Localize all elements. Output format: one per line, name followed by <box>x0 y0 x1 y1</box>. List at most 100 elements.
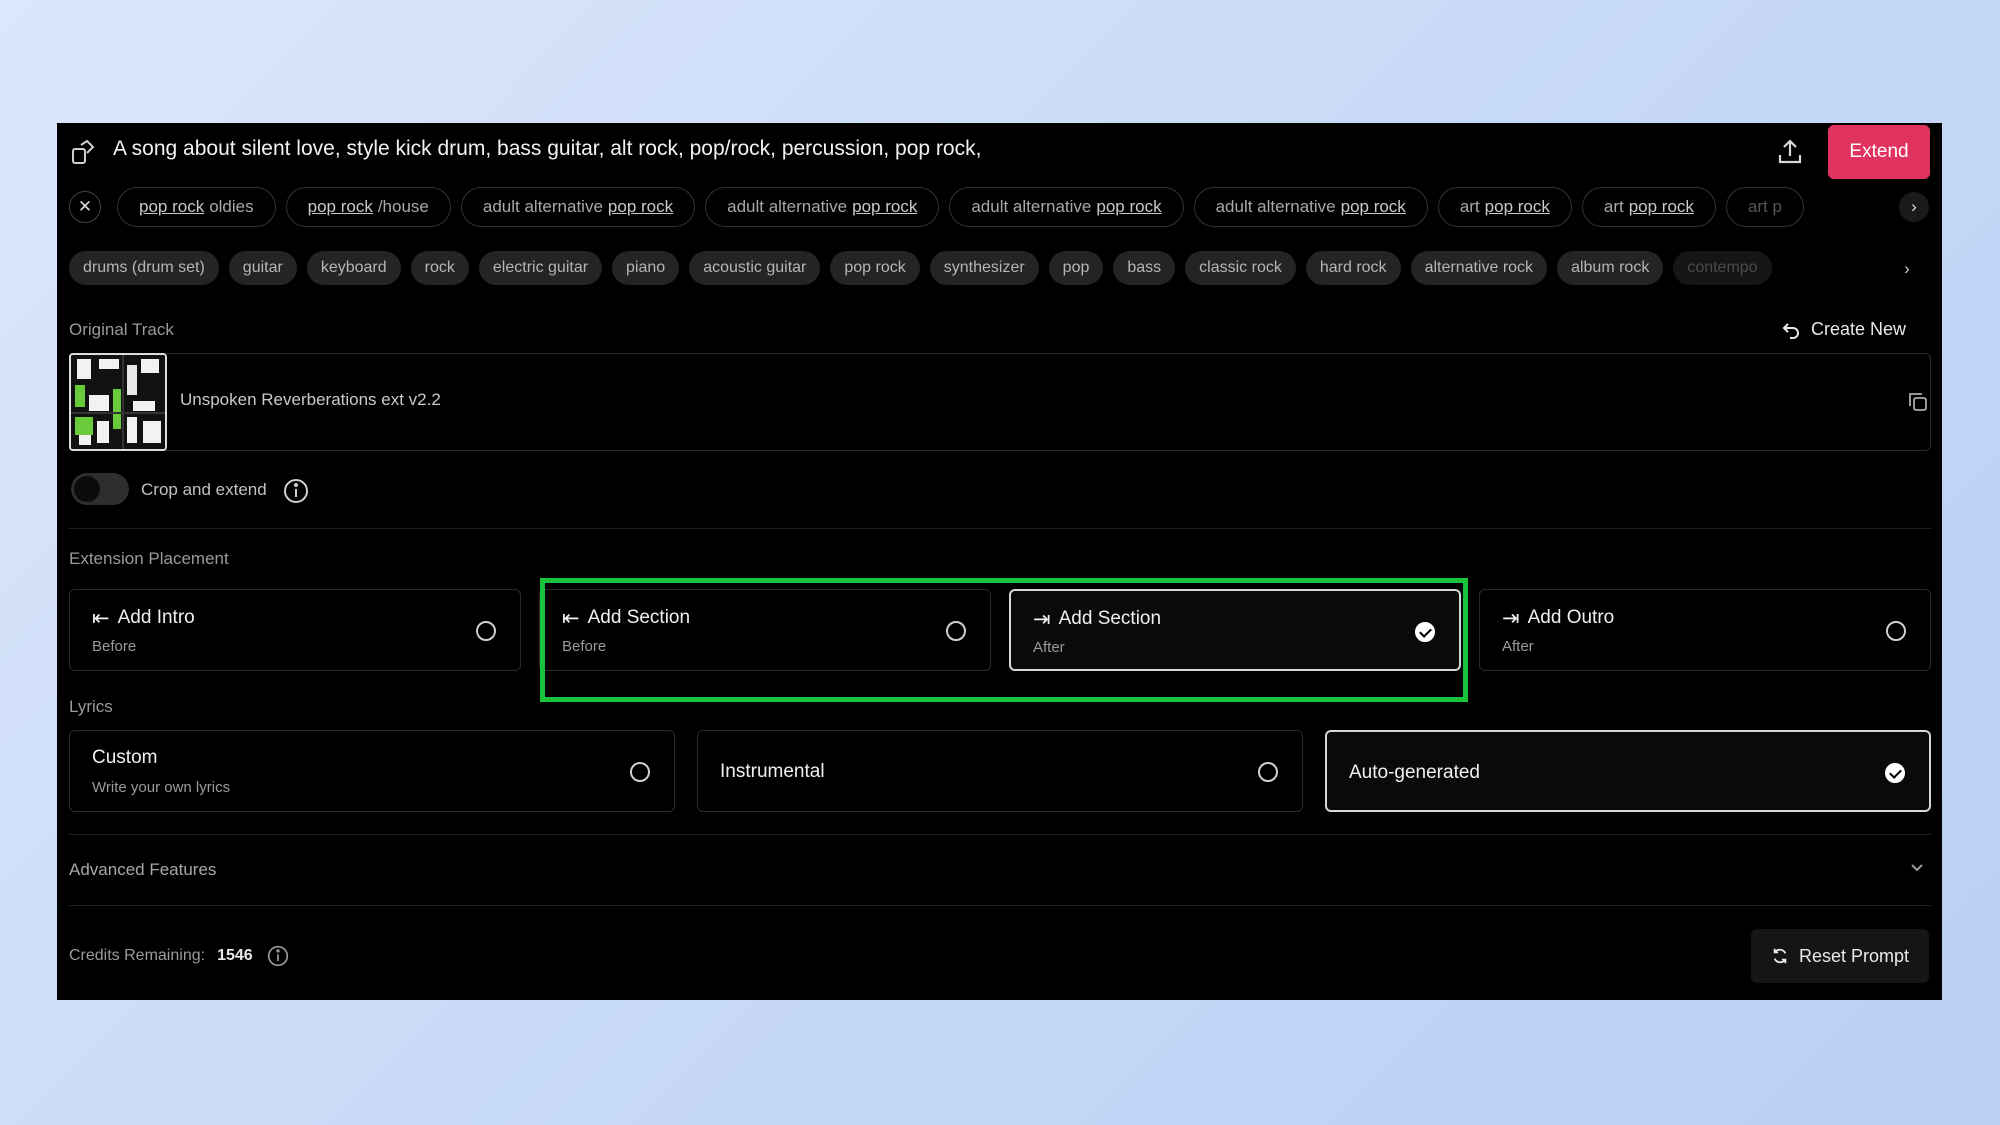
style-chip-text: art <box>1459 197 1480 216</box>
lyrics-option-label: Instrumental <box>720 761 825 782</box>
style-suggestion-row: ✕ pop rock oldies pop rock/house adult alte… <box>57 187 1942 233</box>
style-chip-text: oldies <box>209 197 254 216</box>
lyrics-option-label: Custom <box>92 747 158 768</box>
lyrics-option[interactable]: Auto-generated <box>1325 730 1931 812</box>
copy-icon[interactable] <box>1906 390 1930 414</box>
lyrics-option-title: Custom <box>92 747 157 769</box>
instrument-chip[interactable]: classic rock <box>1185 251 1296 285</box>
original-track-label: Original Track <box>69 320 174 339</box>
chevron-down-icon[interactable] <box>1907 857 1927 877</box>
arrow-to-left-icon: ⇤ <box>562 606 580 630</box>
style-chip-text: /house <box>377 197 429 216</box>
info-icon[interactable] <box>283 478 309 504</box>
style-chip[interactable]: art p <box>1725 187 1804 227</box>
style-chip-list: pop rock oldies pop rock/house adult altern… <box>117 187 1902 229</box>
radio-icon[interactable] <box>630 762 650 782</box>
style-chip[interactable]: adult alternative pop rock <box>705 187 940 227</box>
style-chip-highlight: pop rock <box>1484 197 1550 216</box>
instrument-chip[interactable]: electric guitar <box>478 251 603 285</box>
create-new-button[interactable]: Create New <box>1781 319 1906 340</box>
placement-option-title: ⇤ Add Section <box>562 606 690 630</box>
instrument-chip[interactable]: bass <box>1113 251 1176 285</box>
radio-icon[interactable] <box>1258 762 1278 782</box>
instrument-chip[interactable]: guitar <box>228 251 297 285</box>
arrow-to-left-icon: ⇤ <box>92 606 110 630</box>
create-new-label: Create New <box>1811 319 1907 339</box>
instrument-chip[interactable]: rock <box>410 251 469 285</box>
placement-option-subtitle: After <box>1033 639 1065 656</box>
placement-option-label: Add Intro <box>117 607 195 628</box>
scroll-right-icon[interactable]: › <box>1899 192 1929 222</box>
radio-icon[interactable] <box>946 621 966 641</box>
style-chip-highlight: pop rock <box>607 197 674 216</box>
lyrics-option-label: Auto-generated <box>1349 762 1480 783</box>
style-chip[interactable]: art pop rock <box>1437 187 1572 227</box>
radio-checked-icon[interactable] <box>1415 622 1435 642</box>
divider <box>69 834 1931 835</box>
undo-icon <box>1782 322 1799 339</box>
lyrics-option[interactable]: Custom Write your own lyrics <box>69 730 675 812</box>
style-chip-highlight: pop rock <box>852 197 918 216</box>
arrow-to-right-icon: ⇥ <box>1033 607 1051 631</box>
style-chip[interactable]: adult alternative pop rock <box>460 187 696 227</box>
prompt-edit-icon[interactable] <box>69 139 97 167</box>
prompt-bar: A song about silent love, style kick dru… <box>57 123 1942 181</box>
prompt-text[interactable]: A song about silent love, style kick dru… <box>113 137 981 161</box>
crop-extend-toggle[interactable] <box>71 473 129 505</box>
placement-option[interactable]: ⇥ Add Section After <box>1009 589 1461 671</box>
divider <box>69 905 1931 906</box>
track-name: Unspoken Reverberations ext v2.2 <box>180 390 441 409</box>
radio-checked-icon[interactable] <box>1885 763 1905 783</box>
placement-option-title: ⇥ Add Section <box>1033 607 1161 631</box>
placement-option-title: ⇥ Add Outro <box>1502 606 1614 630</box>
instrument-chip[interactable]: alternative rock <box>1410 251 1548 285</box>
instrument-scroll-right-icon[interactable]: › <box>1893 255 1921 283</box>
lyrics-option-subtitle: Write your own lyrics <box>92 779 231 796</box>
instrument-chip[interactable]: synthesizer <box>929 251 1039 285</box>
style-chip[interactable]: pop rock/house <box>285 187 451 227</box>
placement-option-title: ⇤ Add Intro <box>92 606 195 630</box>
advanced-features-toggle[interactable]: Advanced Features <box>69 860 216 880</box>
style-chip-highlight: pop rock <box>1096 197 1162 216</box>
instrument-chip[interactable]: pop rock <box>830 251 920 285</box>
style-chip[interactable]: adult alternative pop rock <box>949 187 1184 227</box>
original-track-card[interactable]: Unspoken Reverberations ext v2.2 <box>69 353 1931 451</box>
extend-button[interactable]: Extend <box>1828 125 1930 179</box>
instrument-chip[interactable]: album rock <box>1557 251 1664 285</box>
style-chip-text: adult alternative <box>971 197 1092 216</box>
style-chip-highlight: pop rock <box>139 197 205 216</box>
instrument-chip[interactable]: keyboard <box>306 251 401 285</box>
credits-info-icon[interactable] <box>267 945 289 967</box>
placement-option-subtitle: After <box>1502 638 1534 655</box>
track-artwork <box>69 353 167 451</box>
style-chip-highlight: pop rock <box>1340 197 1406 216</box>
radio-icon[interactable] <box>1886 621 1906 641</box>
style-chip-text: art p <box>1747 197 1782 216</box>
extend-panel: A song about silent love, style kick dru… <box>57 123 1942 1000</box>
placement-option[interactable]: ⇤ Add Intro Before <box>69 589 521 671</box>
instrument-chip[interactable]: piano <box>612 251 680 285</box>
placement-option[interactable]: ⇤ Add Section Before <box>539 589 991 671</box>
instrument-chip[interactable]: hard rock <box>1305 251 1401 285</box>
instrument-chip-list: drums (drum set) guitar keyboard rock electr… <box>69 251 1902 287</box>
arrow-to-right-icon: ⇥ <box>1502 606 1520 630</box>
placement-option-label: Add Section <box>587 607 691 628</box>
instrument-chip[interactable]: drums (drum set) <box>69 251 219 285</box>
upload-icon[interactable] <box>1775 137 1805 167</box>
radio-icon[interactable] <box>476 621 496 641</box>
placement-option[interactable]: ⇥ Add Outro After <box>1479 589 1931 671</box>
style-chip[interactable]: art pop rock <box>1581 187 1716 227</box>
divider <box>69 528 1931 529</box>
style-chip-text: adult alternative <box>1215 197 1336 216</box>
style-chip[interactable]: pop rock oldies <box>117 187 276 227</box>
placement-option-label: Add Section <box>1058 608 1162 629</box>
instrument-chip[interactable]: pop <box>1048 251 1104 285</box>
lyrics-option[interactable]: Instrumental <box>697 730 1303 812</box>
style-chip[interactable]: adult alternative pop rock <box>1193 187 1428 227</box>
instrument-chip[interactable]: contempo <box>1673 251 1772 285</box>
style-chip-text: adult alternative <box>727 197 848 216</box>
extension-placement-label: Extension Placement <box>69 549 229 568</box>
instrument-chip[interactable]: acoustic guitar <box>689 251 821 285</box>
clear-tags-icon[interactable]: ✕ <box>69 191 101 223</box>
reset-prompt-button[interactable]: Reset Prompt <box>1751 929 1929 983</box>
